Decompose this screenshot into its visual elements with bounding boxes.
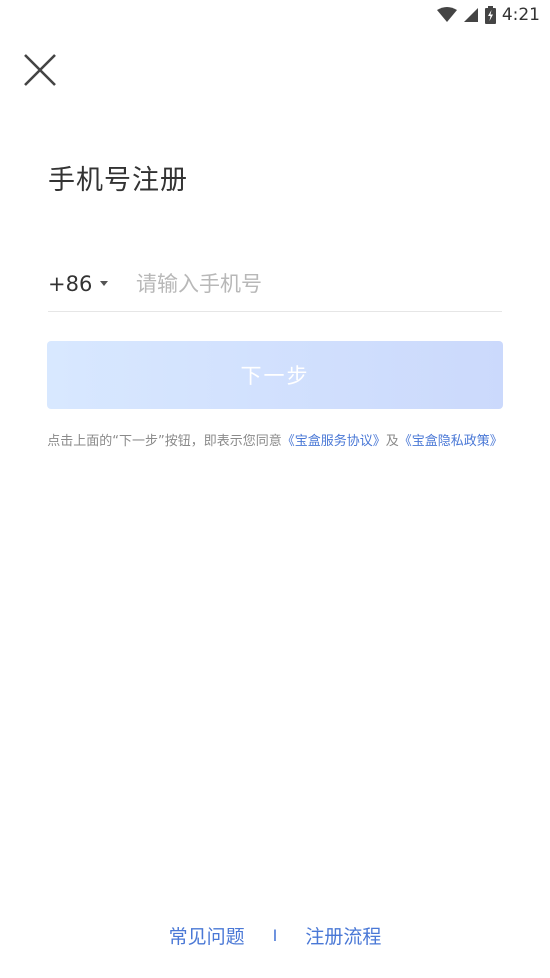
privacy-policy-link[interactable]: 《宝盒隐私政策》 <box>399 434 503 449</box>
agreement-prefix: 点击上面的“下一步”按钮，即表示您同意 <box>47 434 282 449</box>
phone-field-row: +86 <box>48 256 502 312</box>
agreement-and: 及 <box>385 434 399 449</box>
status-time: 4:21 <box>501 5 540 25</box>
service-agreement-link[interactable]: 《宝盒服务协议》 <box>282 434 386 449</box>
registration-process-link[interactable]: 注册流程 <box>305 922 381 949</box>
battery-charging-icon <box>484 6 496 24</box>
cellular-signal-icon <box>463 8 478 22</box>
page-title: 手机号注册 <box>48 165 188 196</box>
next-step-button[interactable]: 下一步 <box>47 341 503 409</box>
caret-down-icon <box>100 281 109 286</box>
phone-input[interactable] <box>136 271 502 296</box>
country-code-selector[interactable]: +86 <box>48 272 136 296</box>
footer-links: 常见问题 I 注册流程 <box>0 922 550 949</box>
faq-link[interactable]: 常见问题 <box>169 922 245 949</box>
country-code-value: +86 <box>48 271 93 296</box>
status-bar: 4:21 <box>0 0 550 30</box>
footer-separator: I <box>272 926 278 945</box>
close-icon <box>24 54 56 86</box>
agreement-text: 点击上面的“下一步”按钮，即表示您同意《宝盒服务协议》及《宝盒隐私政策》 <box>0 430 550 449</box>
wifi-icon <box>436 7 457 22</box>
close-button[interactable] <box>22 52 58 88</box>
